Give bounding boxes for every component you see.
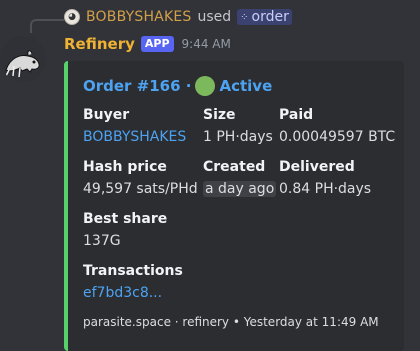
order-status: Active: [219, 77, 273, 95]
rat-avatar-icon: [0, 36, 46, 82]
used-text: used: [197, 9, 232, 25]
slash-command-chip[interactable]: ⁘ order: [237, 9, 292, 25]
field-name: Size: [203, 107, 236, 123]
field-hash-price: Hash price 49,597 sats/PHd: [83, 159, 198, 197]
field-name: Hash price: [83, 159, 167, 175]
buyer-link[interactable]: BOBBYSHAKES: [83, 129, 186, 145]
field-name: Delivered: [279, 159, 355, 175]
field-best-share: Best share 137G: [83, 211, 167, 249]
reply-connector-line: [30, 19, 64, 33]
replied-username[interactable]: BOBBYSHAKES: [86, 9, 191, 25]
embed-title: Order #166 · Active: [83, 76, 272, 96]
replied-user-avatar[interactable]: ◕: [64, 9, 80, 25]
created-timestamp[interactable]: a day ago: [203, 181, 277, 197]
field-name: Transactions: [83, 263, 183, 279]
field-delivered: Delivered 0.84 PH·days: [279, 159, 371, 197]
field-value: 0.84 PH·days: [279, 181, 372, 197]
field-size: Size 1 PH·days: [203, 107, 273, 145]
bot-name[interactable]: Refinery: [64, 35, 135, 53]
bot-avatar[interactable]: [0, 36, 46, 82]
message-timestamp[interactable]: 9:44 AM: [182, 37, 231, 51]
reply-reference[interactable]: ◕ BOBBYSHAKES used ⁘ order: [64, 9, 292, 25]
message-header: Refinery APP 9:44 AM: [64, 35, 231, 53]
field-name: Best share: [83, 211, 168, 227]
order-number: Order #166 ·: [83, 77, 192, 95]
field-name: Paid: [279, 107, 314, 123]
app-badge: APP: [140, 36, 174, 52]
field-value: 1 PH·days: [203, 129, 273, 145]
field-name: Buyer: [83, 107, 130, 123]
embed-footer: parasite.space · refinery • Yesterday at…: [83, 315, 379, 329]
field-value: 137G: [83, 233, 121, 249]
transaction-link[interactable]: ef7bd3c8...: [83, 285, 183, 301]
command-name: order: [251, 9, 289, 25]
order-embed: Order #166 · Active Buyer BOBBYSHAKES Si…: [64, 61, 404, 351]
field-paid: Paid 0.00049597 BTC: [279, 107, 395, 145]
field-transactions: Transactions ef7bd3c8...: [83, 263, 183, 301]
field-created: Created a day ago: [203, 159, 277, 197]
field-value: 0.00049597 BTC: [279, 129, 396, 145]
field-buyer: Buyer BOBBYSHAKES: [83, 107, 186, 145]
command-icon: ⁘: [240, 11, 249, 23]
field-value: 49,597 sats/PHd: [83, 181, 198, 197]
status-dot-icon: [195, 76, 216, 96]
field-name: Created: [203, 159, 266, 175]
